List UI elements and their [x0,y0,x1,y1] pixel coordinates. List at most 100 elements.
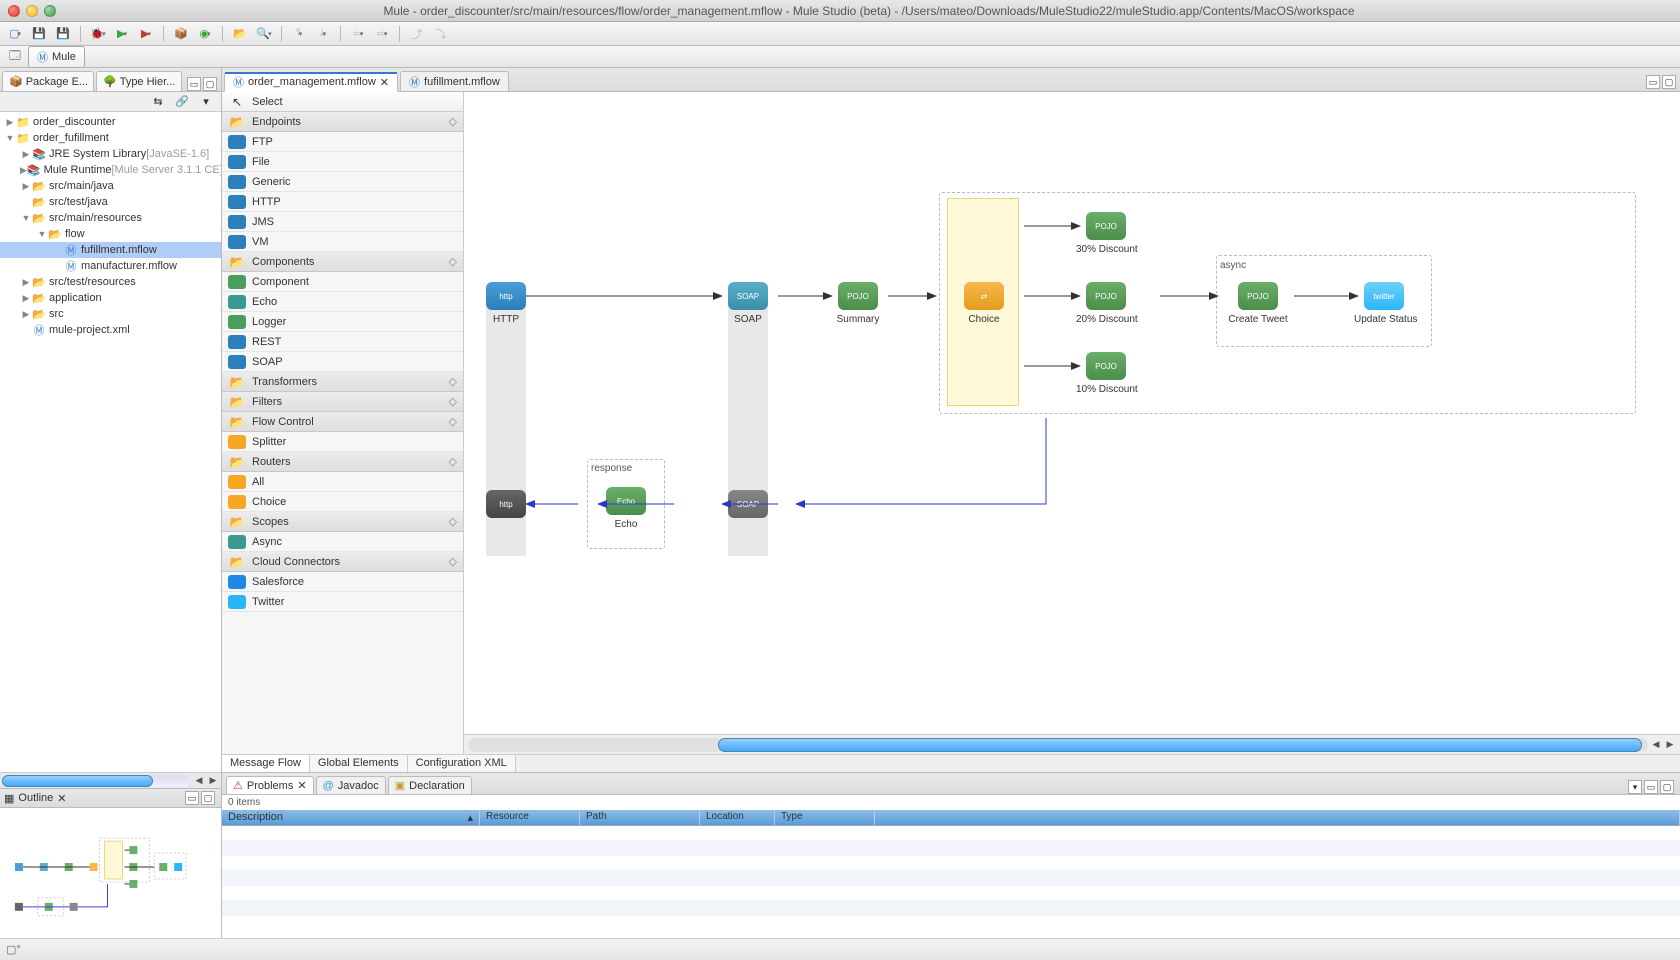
nav-prev-annotation[interactable]: ⤒▾ [288,24,310,44]
node-summary[interactable]: POJO Summary [828,282,888,325]
node-soap-return[interactable]: SOAP [718,490,778,518]
tree-item[interactable]: ▼📂src/main/resources [0,210,221,226]
col-location[interactable]: Location [700,810,775,825]
palette-entry[interactable]: Async [222,532,463,552]
tree-item[interactable]: ▼📂flow [0,226,221,242]
declaration-tab[interactable]: ▣ Declaration [388,776,472,794]
nav-back-button[interactable]: ⇦▾ [347,24,369,44]
col-extra[interactable] [875,810,1680,825]
palette-entry[interactable]: REST [222,332,463,352]
link-editor-button[interactable]: 🔗 [171,92,193,112]
tab-global-elements[interactable]: Global Elements [310,755,408,772]
external-tools-button[interactable]: ▶▾ [135,24,157,44]
palette-entry[interactable]: Generic [222,172,463,192]
package-explorer-tree[interactable]: ▶📁order_discounter▼📁order_fufillment▶📚JR… [0,112,221,772]
palette-entry[interactable]: Echo [222,292,463,312]
debug-button[interactable]: 🐞▾ [87,24,109,44]
palette-entry[interactable]: HTTP [222,192,463,212]
flow-canvas[interactable]: async response http HTTP SO [464,92,1680,730]
palette-entry[interactable]: File [222,152,463,172]
col-path[interactable]: Path [580,810,700,825]
col-description[interactable]: Description ▴ [222,810,480,825]
editor-tab-fufillment[interactable]: Ⓜ fufillment.mflow [400,71,509,91]
tree-item[interactable]: ▶📁order_discounter [0,114,221,130]
tree-item[interactable]: Ⓜmule-project.xml [0,322,221,338]
node-20-discount[interactable]: POJO 20% Discount [1076,282,1136,325]
palette-pin-icon[interactable]: ◇ [449,515,457,528]
node-echo[interactable]: Echo Echo [596,487,656,530]
palette-category[interactable]: 📂Routers◇ [222,452,463,472]
view-maximize-button[interactable]: ▢ [203,77,217,91]
palette-entry[interactable]: Logger [222,312,463,332]
palette-entry[interactable]: Component [222,272,463,292]
node-update-status[interactable]: twitter Update Status [1354,282,1414,325]
tree-twisty[interactable]: ▶ [20,149,32,160]
new-button[interactable]: ▢▾ [4,24,26,44]
tree-twisty[interactable]: ▼ [20,213,32,223]
tree-item[interactable]: ▶📚Mule Runtime [Mule Server 3.1.1 CE] [0,162,221,178]
palette-entry[interactable]: All [222,472,463,492]
open-perspective-button[interactable]: 🗔 [4,47,26,67]
nav-next-annotation[interactable]: ⤓▾ [312,24,334,44]
save-button[interactable]: 💾 [28,24,50,44]
view-menu-button[interactable]: ▾ [195,92,217,112]
palette-category[interactable]: 📂Cloud Connectors◇ [222,552,463,572]
palette-entry[interactable]: Splitter [222,432,463,452]
close-icon[interactable]: ✕ [297,779,306,792]
tree-horizontal-scrollbar[interactable]: ◀ ▶ [0,772,221,788]
collapse-all-button[interactable]: ⇆ [147,92,169,112]
node-30-discount[interactable]: POJO 30% Discount [1076,212,1136,255]
scroll-left-icon[interactable]: ◀ [193,775,205,787]
view-menu-button[interactable]: ▾ [1628,780,1642,794]
open-type-button[interactable]: 📂 [229,24,251,44]
editor-tab-order-management[interactable]: Ⓜ order_management.mflow ✕ [224,72,398,92]
col-resource[interactable]: Resource [480,810,580,825]
palette-category[interactable]: 📂Flow Control◇ [222,412,463,432]
window-zoom-button[interactable] [44,5,56,17]
outline-body[interactable] [0,808,221,938]
tree-twisty[interactable]: ▶ [20,309,32,320]
palette-entry[interactable]: FTP [222,132,463,152]
javadoc-tab[interactable]: @ Javadoc [316,776,386,794]
tree-item[interactable]: ▶📂src/main/java [0,178,221,194]
palette-pin-icon[interactable]: ◇ [449,395,457,408]
mule-perspective-button[interactable]: Ⓜ Mule [28,46,85,68]
tree-twisty[interactable]: ▼ [4,133,16,143]
scroll-right-icon[interactable]: ▶ [1664,739,1676,751]
tree-twisty[interactable]: ▼ [36,229,48,239]
palette-entry[interactable]: JMS [222,212,463,232]
palette-category[interactable]: 📂Transformers◇ [222,372,463,392]
package-explorer-tab[interactable]: 📦 Package E... ✕ [2,71,94,91]
tree-item[interactable]: ▶📂src/test/resources [0,274,221,290]
palette[interactable]: ↖ Select 📂Endpoints◇FTPFileGenericHTTPJM… [222,92,464,754]
editor-maximize-button[interactable]: ▢ [1662,75,1676,89]
window-close-button[interactable] [8,5,20,17]
tree-item[interactable]: ▶📂src [0,306,221,322]
new-class-button[interactable]: ◉▾ [194,24,216,44]
node-http[interactable]: http HTTP [476,282,536,325]
tree-item[interactable]: ▶📂application [0,290,221,306]
close-icon[interactable]: ✕ [380,76,389,89]
problems-table[interactable]: Description ▴ Resource Path Location Typ… [222,810,1680,938]
scroll-right-icon[interactable]: ▶ [207,775,219,787]
problems-tab[interactable]: ⚠ Problems ✕ [226,776,314,794]
tab-message-flow[interactable]: Message Flow [222,755,310,772]
node-soap[interactable]: SOAP SOAP [718,282,778,325]
close-icon[interactable]: ✕ [57,792,66,805]
palette-entry[interactable]: SOAP [222,352,463,372]
tree-twisty[interactable]: ▶ [20,293,32,304]
palette-entry[interactable]: Choice [222,492,463,512]
palette-pin-icon[interactable]: ◇ [449,455,457,468]
view-minimize-button[interactable]: ▭ [1644,780,1658,794]
scroll-left-icon[interactable]: ◀ [1650,739,1662,751]
tree-twisty[interactable]: ▶ [20,181,32,192]
view-maximize-button[interactable]: ▢ [201,791,215,805]
type-hierarchy-tab[interactable]: 🌳 Type Hier... [96,71,182,91]
palette-pin-icon[interactable]: ◇ [449,375,457,388]
toolbar-extra-2[interactable]: ⤵ [430,24,452,44]
canvas-horizontal-scrollbar[interactable]: ◀ ▶ [464,734,1680,754]
palette-category[interactable]: 📂Scopes◇ [222,512,463,532]
view-maximize-button[interactable]: ▢ [1660,780,1674,794]
tree-item[interactable]: Ⓜfufillment.mflow [0,242,221,258]
tree-item[interactable]: 📂src/test/java [0,194,221,210]
